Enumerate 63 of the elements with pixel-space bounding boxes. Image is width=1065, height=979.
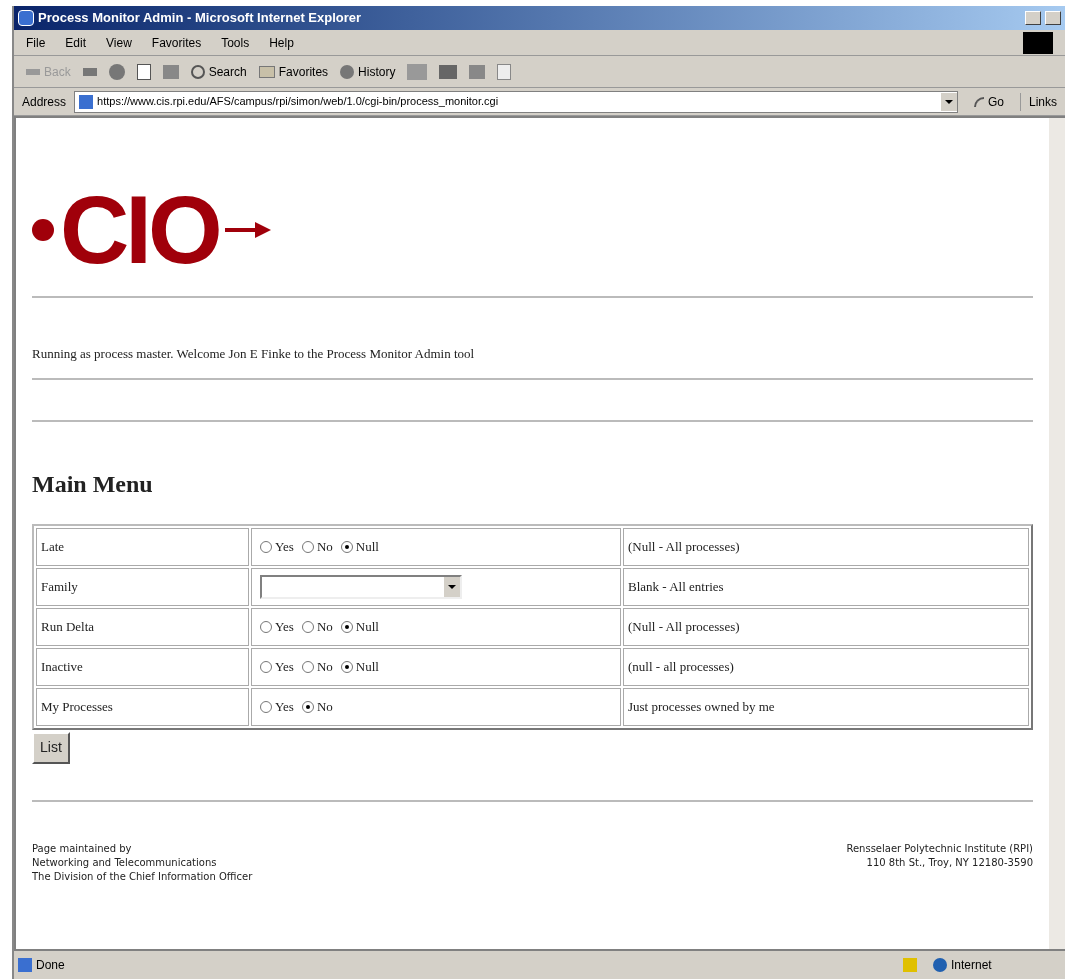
menu-item[interactable]: File <box>26 33 46 52</box>
radio-label: Yes <box>275 537 294 556</box>
page-icon <box>79 94 94 109</box>
radio-button[interactable] <box>301 540 314 553</box>
radio-button[interactable] <box>301 660 314 673</box>
radio-button[interactable] <box>301 620 314 633</box>
go-button[interactable]: Go <box>965 92 1012 111</box>
menu-item[interactable]: Help <box>269 33 294 52</box>
links-button[interactable]: Links <box>1020 92 1057 111</box>
radio-button[interactable] <box>340 660 353 673</box>
welcome-text: Running as process master. Welcome Jon E Finke to the Process Monitor Admin tool <box>32 345 476 363</box>
history-button[interactable]: History <box>340 62 396 81</box>
radio-button[interactable] <box>260 620 272 633</box>
menu-item[interactable]: Favorites <box>151 33 202 52</box>
address-field[interactable]: https://www.cis.rpi.edu/AFS/campus/rpi/simon/web/1.0/cgi-bin/process_monitor.cgi <box>74 90 958 113</box>
minimize-button[interactable] <box>1025 11 1041 25</box>
favorites-button[interactable]: Favorites <box>258 62 329 81</box>
radio-button[interactable] <box>340 620 353 633</box>
footer-text: Rensselaer Polytechnic Institute (RPI) <box>846 841 1033 856</box>
radio-label: Yes <box>275 657 294 676</box>
menu-item[interactable]: Edit <box>65 33 87 52</box>
search-button[interactable]: Search <box>190 62 247 81</box>
radio-label: No <box>316 697 333 716</box>
maximize-button[interactable] <box>1045 11 1061 25</box>
page-heading: Main Menu <box>32 469 154 499</box>
footer-text: Networking and Telecommunications <box>32 855 218 870</box>
field-note: (null - all processes) <box>623 647 1029 686</box>
radio-button[interactable] <box>260 540 272 553</box>
window-title: Process Monitor Admin - Microsoft Internet Explorer <box>38 9 362 28</box>
address-label: Address <box>22 93 67 111</box>
radio-label: No <box>316 617 333 636</box>
footer-text: Page maintained by <box>32 841 133 856</box>
cio-logo: CIO <box>32 188 271 272</box>
radio-button[interactable] <box>260 700 272 713</box>
field-note: Just processes owned by me <box>623 687 1029 726</box>
family-select[interactable] <box>260 574 462 599</box>
page-icon <box>18 958 32 972</box>
menu-item[interactable]: Tools <box>221 33 250 52</box>
zone-text: Internet <box>951 957 993 974</box>
field-label: My Processes <box>36 687 249 726</box>
radio-button[interactable] <box>260 660 272 673</box>
footer-text: The Division of the Chief Information Officer <box>32 869 253 884</box>
radio-label: Null <box>355 537 379 556</box>
field-note: Blank - All entries <box>623 567 1029 606</box>
radio-button[interactable] <box>340 540 353 553</box>
radio-label: Yes <box>275 697 294 716</box>
field-note: (Null - All processes) <box>623 607 1029 646</box>
field-note: (Null - All processes) <box>623 527 1029 566</box>
radio-label: No <box>316 657 333 676</box>
field-label: Inactive <box>36 647 249 686</box>
radio-label: Yes <box>275 617 294 636</box>
field-label: Family <box>36 567 249 606</box>
field-label: Run Delta <box>36 607 249 646</box>
footer-text: 110 8th St., Troy, NY 12180-3590 <box>866 855 1033 870</box>
radio-label: Null <box>355 617 379 636</box>
radio-button[interactable] <box>301 700 314 713</box>
radio-label: No <box>316 537 333 556</box>
menu-item[interactable]: View <box>106 33 132 52</box>
field-label: Late <box>36 527 249 566</box>
list-button[interactable]: List <box>32 731 70 764</box>
browser-icon <box>18 10 34 26</box>
status-text: Done <box>36 957 66 974</box>
radio-label: Null <box>355 657 379 676</box>
